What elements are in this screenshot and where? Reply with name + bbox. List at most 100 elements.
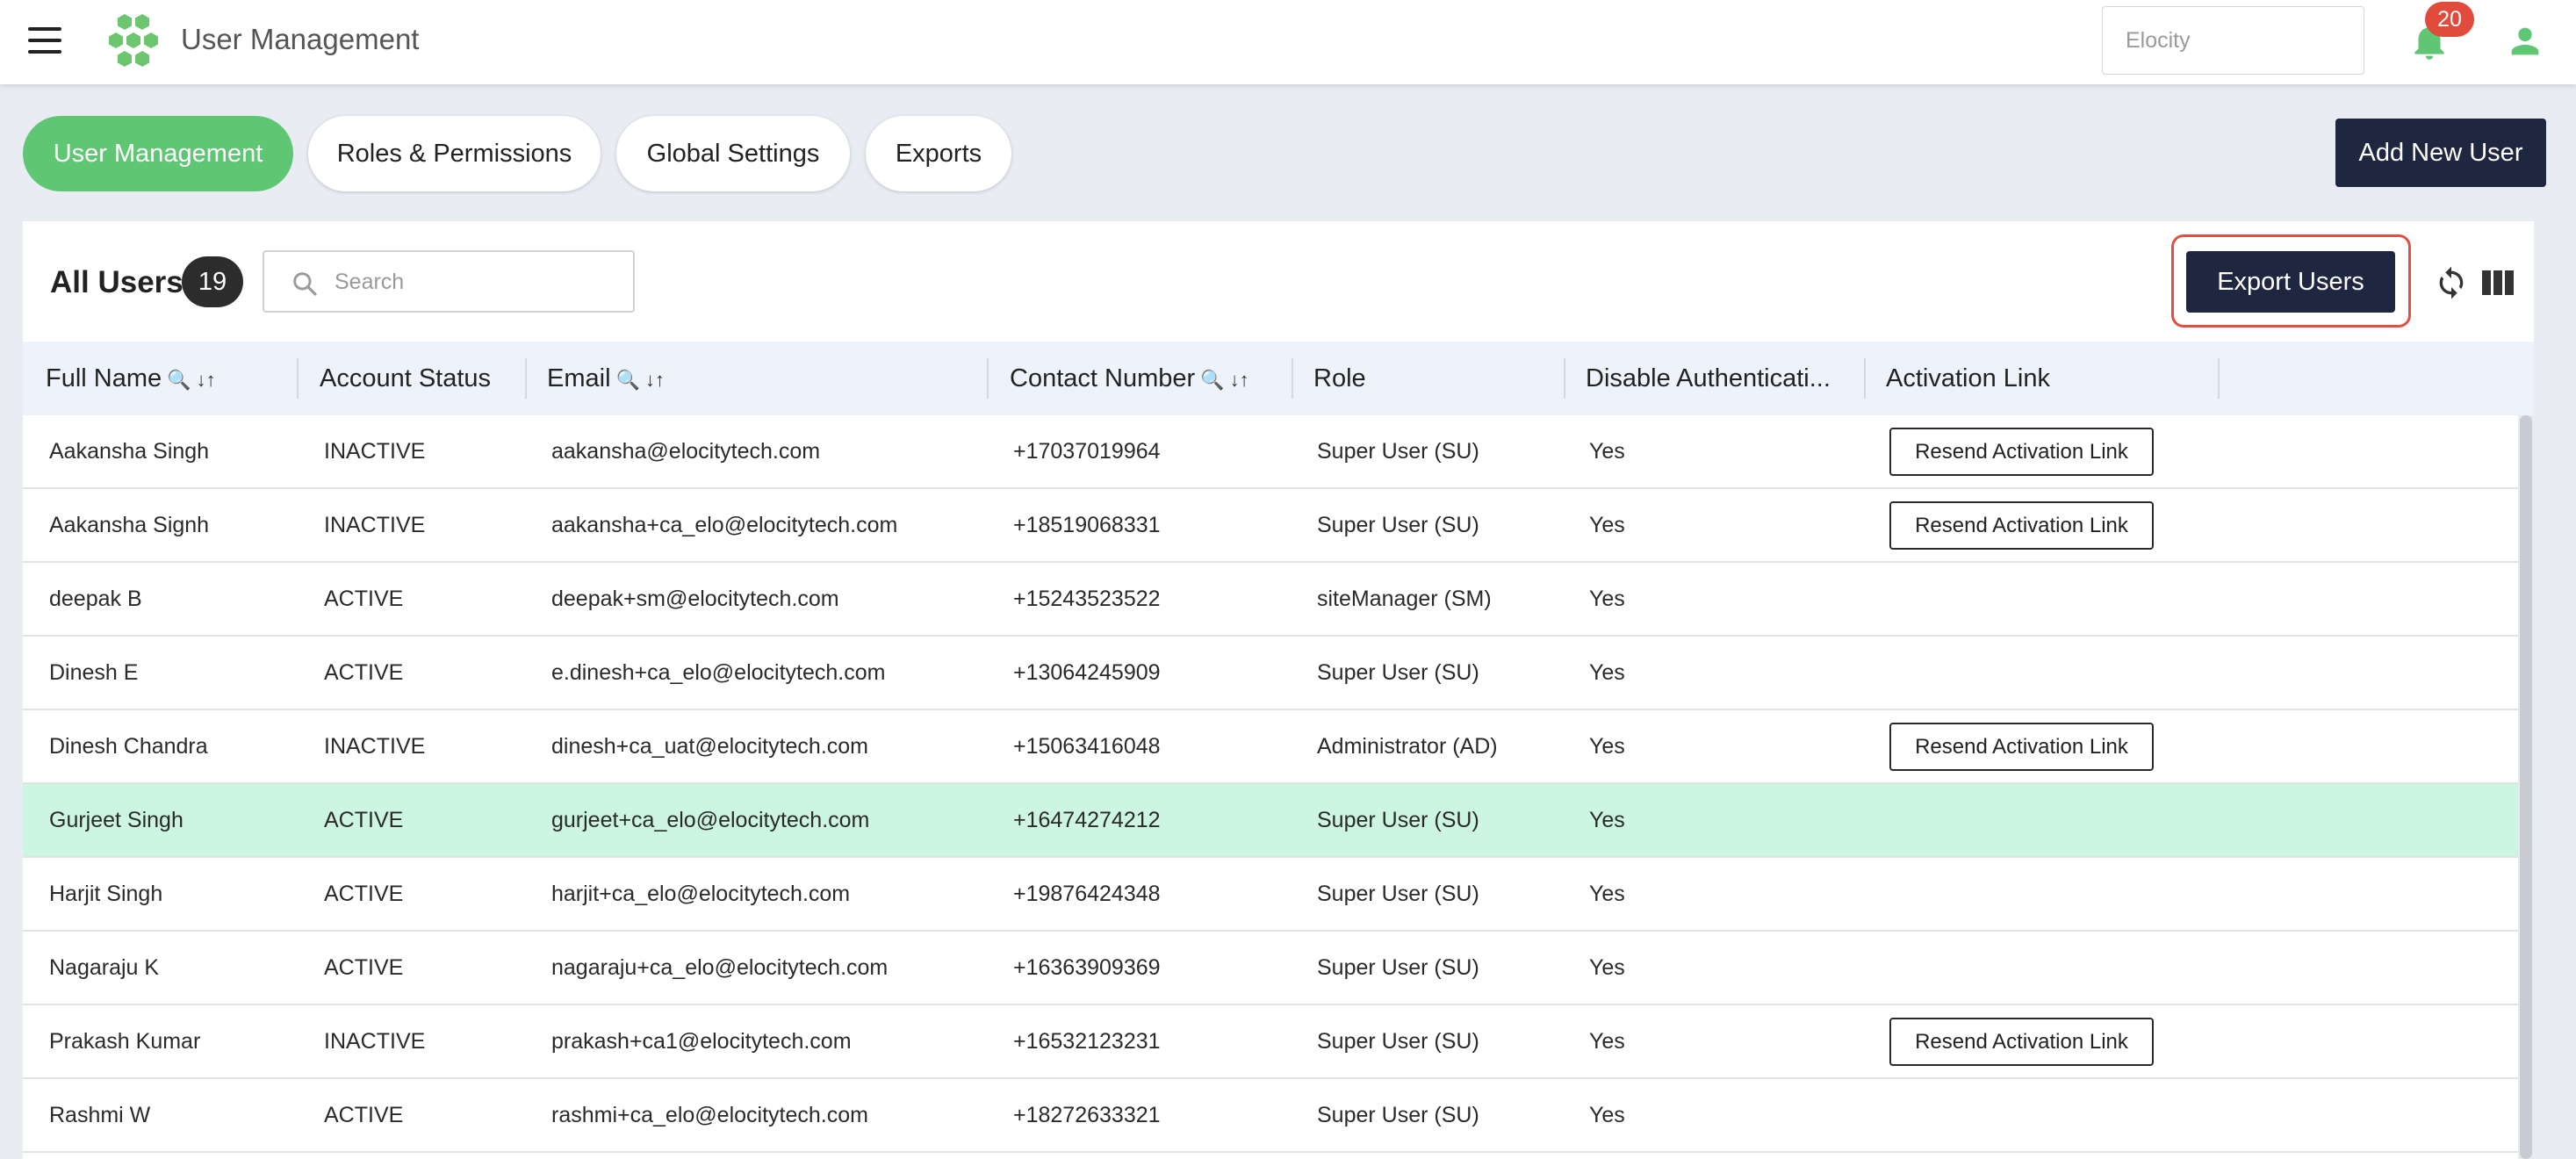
refresh-icon[interactable]	[2434, 265, 2469, 300]
column-header-activation-link[interactable]: Activation Link	[1886, 342, 2050, 415]
cell-contact-number: +18519068331	[1013, 513, 1161, 537]
cell-account-status: ACTIVE	[324, 587, 404, 611]
cell-account-status: ACTIVE	[324, 808, 404, 832]
cell-contact-number: +16474274212	[1013, 808, 1161, 832]
cell-email: deepak+sm@elocitytech.com	[551, 587, 839, 611]
cell-account-status: ACTIVE	[324, 1103, 404, 1127]
cell-full-name: deepak B	[49, 587, 142, 611]
tenant-selector[interactable]: Elocity	[2102, 6, 2364, 75]
cell-contact-number: +15063416048	[1013, 734, 1161, 759]
cell-disable-authentication: Yes	[1589, 439, 1625, 464]
table-row[interactable]: Harjit Singh ACTIVE harjit+ca_elo@elocit…	[23, 858, 2518, 932]
cell-disable-authentication: Yes	[1589, 882, 1625, 906]
cell-email: aakansha@elocitytech.com	[551, 439, 821, 464]
cell-disable-authentication: Yes	[1589, 587, 1625, 611]
cell-contact-number: +19876424348	[1013, 882, 1161, 906]
table-header: Full Name 🔍 ↓↑ Account Status Email 🔍 ↓↑ C…	[23, 342, 2534, 415]
notification-count-badge: 20	[2425, 2, 2474, 37]
cell-full-name: Prakash Kumar	[49, 1029, 201, 1054]
tab-global-settings[interactable]: Global Settings	[616, 116, 850, 191]
cell-contact-number: +16532123231	[1013, 1029, 1161, 1054]
cell-full-name: Rashmi W	[49, 1103, 151, 1127]
export-users-button[interactable]: Export Users	[2186, 251, 2395, 313]
table-row[interactable]: Aakansha Signh INACTIVE aakansha+ca_elo@…	[23, 489, 2518, 563]
column-header-account-status[interactable]: Account Status	[320, 342, 491, 415]
cell-contact-number: +16363909369	[1013, 955, 1161, 980]
resend-activation-link-button[interactable]: Resend Activation Link	[1889, 723, 2154, 771]
cell-disable-authentication: Yes	[1589, 955, 1625, 980]
table-row[interactable]: Dinesh E ACTIVE e.dinesh+ca_elo@elocityt…	[23, 637, 2518, 710]
cell-email: prakash+ca1@elocitytech.com	[551, 1029, 852, 1054]
tab-roles-permissions[interactable]: Roles & Permissions	[308, 116, 601, 191]
user-count-badge: 19	[182, 256, 243, 307]
scrollbar-thumb[interactable]	[2520, 415, 2532, 1159]
cell-email: dinesh+ca_uat@elocitytech.com	[551, 734, 868, 759]
column-header-contact-number[interactable]: Contact Number 🔍 ↓↑	[1010, 342, 1249, 415]
search-sort-icon[interactable]: 🔍 ↓↑	[167, 369, 216, 391]
cell-account-status: INACTIVE	[324, 439, 426, 464]
cell-disable-authentication: Yes	[1589, 808, 1625, 832]
resend-activation-link-button[interactable]: Resend Activation Link	[1889, 501, 2154, 550]
table-row[interactable]: Prakash Kumar INACTIVE prakash+ca1@eloci…	[23, 1005, 2518, 1079]
menu-icon[interactable]	[28, 27, 61, 54]
table-row[interactable]: Gurjeet Singh ACTIVE gurjeet+ca_elo@eloc…	[23, 784, 2518, 858]
table-row[interactable]: Nagaraju K ACTIVE nagaraju+ca_elo@elocit…	[23, 932, 2518, 1005]
cell-account-status: ACTIVE	[324, 882, 404, 906]
column-header-role[interactable]: Role	[1313, 342, 1366, 415]
cell-contact-number: +18272633321	[1013, 1103, 1161, 1127]
cell-full-name: Aakansha Singh	[49, 439, 210, 464]
cell-full-name: Dinesh E	[49, 660, 139, 685]
cell-full-name: Dinesh Chandra	[49, 734, 208, 759]
cell-role: Super User (SU)	[1317, 660, 1479, 685]
cell-contact-number: +13064245909	[1013, 660, 1161, 685]
cell-contact-number: +15243523522	[1013, 587, 1161, 611]
cell-email: rashmi+ca_elo@elocitytech.com	[551, 1103, 868, 1127]
search-input[interactable]	[335, 263, 615, 301]
table-row[interactable]: deepak B ACTIVE deepak+sm@elocitytech.co…	[23, 563, 2518, 637]
column-header-full-name[interactable]: Full Name 🔍 ↓↑	[46, 342, 216, 415]
cell-full-name: Gurjeet Singh	[49, 808, 183, 832]
cell-account-status: ACTIVE	[324, 955, 404, 980]
add-new-user-button[interactable]: Add New User	[2335, 119, 2546, 187]
cell-account-status: INACTIVE	[324, 513, 426, 537]
column-header-disable-authentication[interactable]: Disable Authenticati...	[1586, 342, 1831, 415]
table-row[interactable]: Aakansha Singh INACTIVE aakansha@elocity…	[23, 415, 2518, 489]
cell-role: Super User (SU)	[1317, 1029, 1479, 1054]
resend-activation-link-button[interactable]: Resend Activation Link	[1889, 428, 2154, 476]
table-row[interactable]: Dinesh Chandra INACTIVE dinesh+ca_uat@el…	[23, 710, 2518, 784]
cell-email: nagaraju+ca_elo@elocitytech.com	[551, 955, 889, 980]
cell-role: Super User (SU)	[1317, 1103, 1479, 1127]
search-field[interactable]	[263, 250, 635, 313]
table-row[interactable]: Rashmi W ACTIVE rashmi+ca_elo@elocitytec…	[23, 1079, 2518, 1153]
cell-disable-authentication: Yes	[1589, 1103, 1625, 1127]
cell-role: Super User (SU)	[1317, 955, 1479, 980]
cell-email: harjit+ca_elo@elocitytech.com	[551, 882, 851, 906]
tab-user-management[interactable]: User Management	[23, 116, 293, 191]
column-header-email[interactable]: Email 🔍 ↓↑	[547, 342, 665, 415]
search-sort-icon[interactable]: 🔍 ↓↑	[1200, 369, 1249, 391]
cell-full-name: Harjit Singh	[49, 882, 163, 906]
tab-exports[interactable]: Exports	[866, 116, 1011, 191]
user-icon[interactable]	[2504, 21, 2546, 61]
users-card: All Users 19 Export Users Full Name🔍 ↓↑ …	[23, 221, 2534, 1159]
cell-email: e.dinesh+ca_elo@elocitytech.com	[551, 660, 886, 685]
cell-account-status: ACTIVE	[324, 660, 404, 685]
columns-icon[interactable]	[2482, 269, 2514, 297]
logo-icon	[109, 14, 158, 67]
all-users-title: All Users	[50, 265, 183, 299]
cell-account-status: INACTIVE	[324, 1029, 426, 1054]
search-icon	[293, 272, 317, 296]
resend-activation-link-button[interactable]: Resend Activation Link	[1889, 1018, 2154, 1066]
cell-role: Super User (SU)	[1317, 439, 1479, 464]
cell-role: Administrator (AD)	[1317, 734, 1498, 759]
top-bar: User Management Elocity 20	[0, 0, 2576, 84]
cell-full-name: Nagaraju K	[49, 955, 160, 980]
table-scrollbar[interactable]	[2518, 415, 2534, 1159]
cell-account-status: INACTIVE	[324, 734, 426, 759]
cell-role: Super User (SU)	[1317, 808, 1479, 832]
app-title: User Management	[181, 23, 420, 55]
search-sort-icon[interactable]: 🔍 ↓↑	[616, 369, 666, 391]
cell-email: gurjeet+ca_elo@elocitytech.com	[551, 808, 870, 832]
cell-role: Super User (SU)	[1317, 513, 1479, 537]
cell-role: siteManager (SM)	[1317, 587, 1492, 611]
